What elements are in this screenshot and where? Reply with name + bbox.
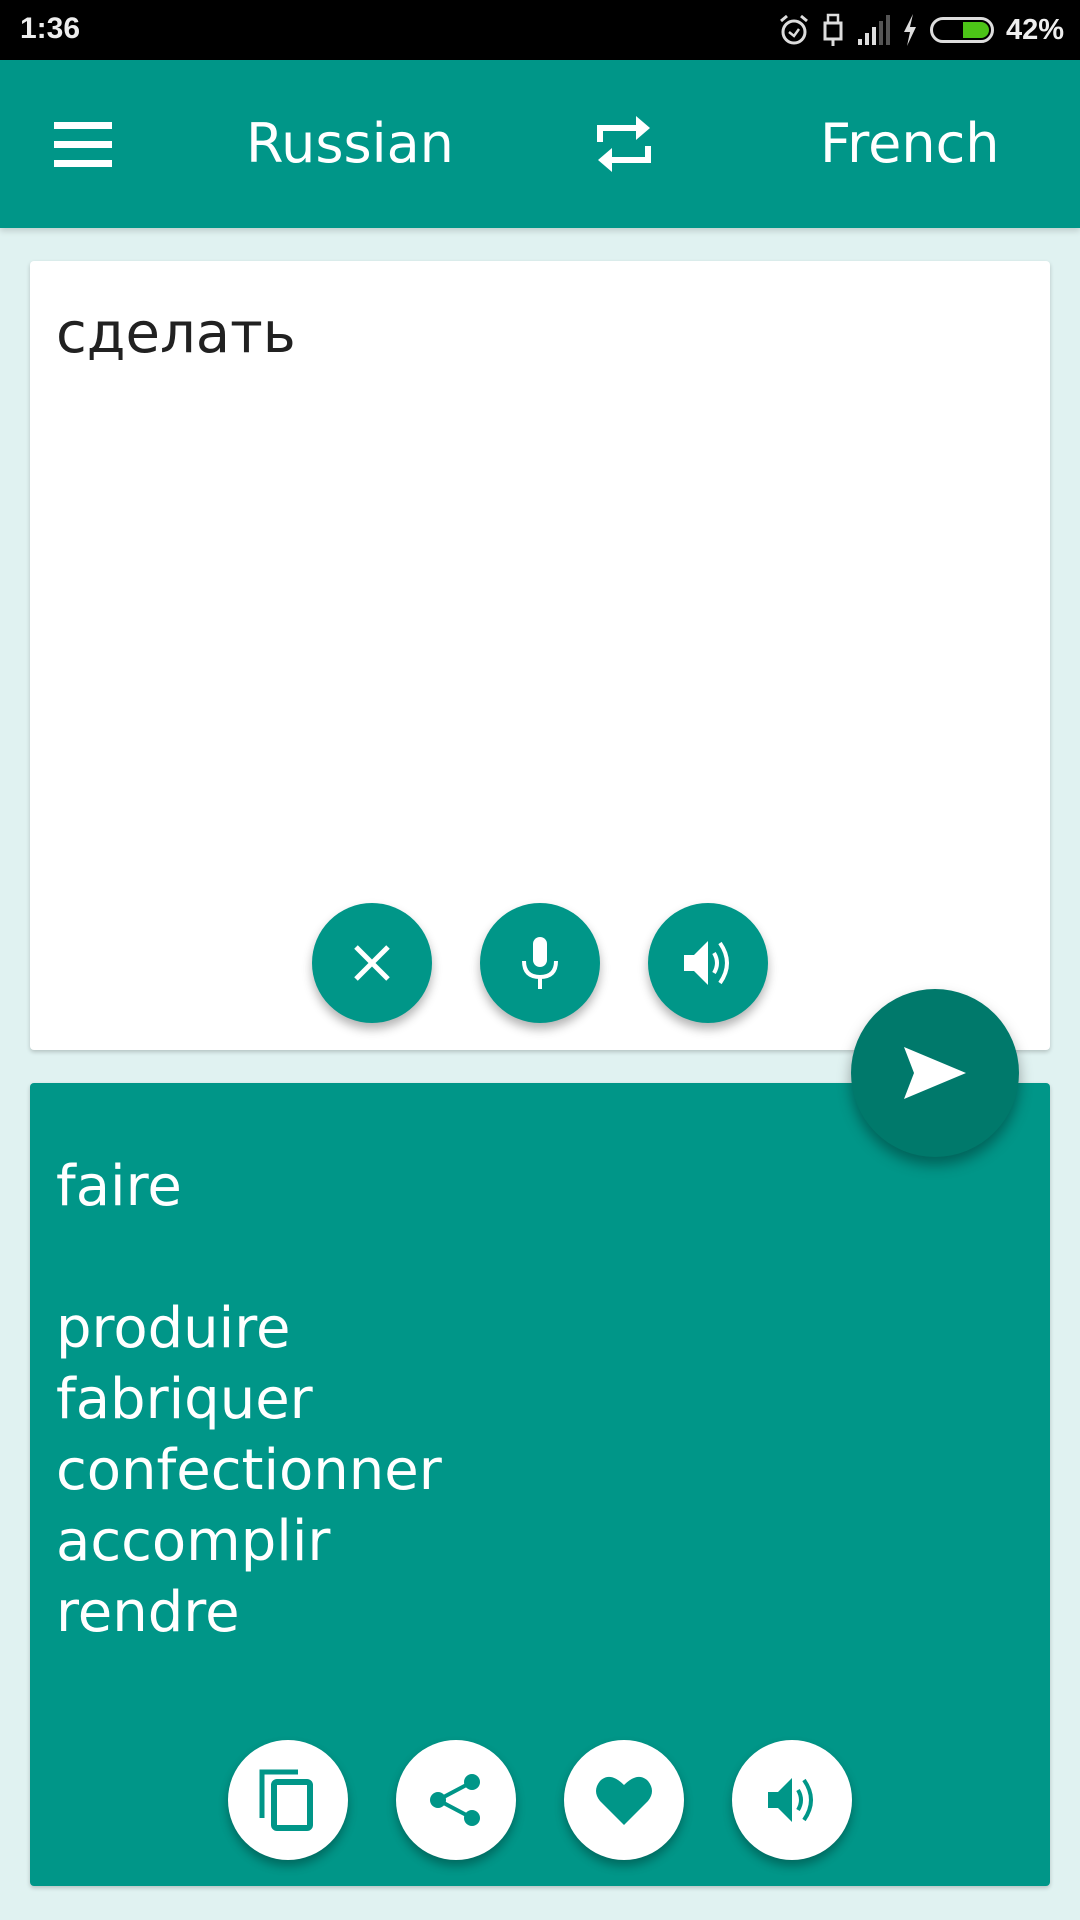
status-time: 1:36 (20, 12, 81, 45)
volume-icon (768, 1778, 813, 1822)
share-icon (430, 1774, 480, 1826)
status-icons: 42% (778, 10, 1064, 50)
battery-percent: 42% (1005, 13, 1064, 46)
close-icon (354, 945, 390, 981)
alternative-translation: accomplir (56, 1509, 331, 1574)
send-icon (904, 1047, 966, 1099)
toolbar: Russian French (0, 60, 1080, 228)
translate-button[interactable] (851, 989, 1019, 1157)
alternative-translation: fabriquer (56, 1367, 313, 1432)
favorite-button[interactable] (564, 1740, 684, 1860)
copy-icon (259, 1769, 313, 1831)
translation-output: faire produire fabriquer confectionner a… (56, 1151, 442, 1648)
hamburger-menu-icon (54, 122, 112, 167)
input-card: сделать (30, 261, 1050, 1050)
signal-icon (857, 15, 890, 45)
clear-button[interactable] (312, 903, 432, 1023)
microphone-icon (522, 937, 558, 989)
swap-languages-icon (597, 116, 651, 172)
menu-button[interactable] (54, 122, 112, 167)
alternative-translation: produire (56, 1296, 291, 1361)
target-language-selector[interactable]: French (820, 112, 1000, 175)
alternative-translation: confectionner (56, 1438, 442, 1503)
alarm-icon (779, 14, 808, 45)
swap-languages-button[interactable] (592, 112, 656, 176)
volume-icon (684, 941, 729, 985)
heart-icon (596, 1776, 652, 1825)
source-language-selector[interactable]: Russian (246, 112, 454, 175)
source-text-input[interactable]: сделать (56, 301, 296, 366)
speak-input-button[interactable] (648, 903, 768, 1023)
copy-button[interactable] (228, 1740, 348, 1860)
speak-output-button[interactable] (732, 1740, 852, 1860)
status-bar: 1:36 42% (0, 0, 1080, 60)
battery-icon (929, 17, 994, 43)
voice-input-button[interactable] (480, 903, 600, 1023)
alternative-translation: rendre (56, 1580, 240, 1645)
primary-translation: faire (56, 1154, 182, 1219)
charging-icon (903, 14, 916, 46)
output-card: faire produire fabriquer confectionner a… (30, 1083, 1050, 1886)
usb-icon (823, 13, 843, 46)
share-button[interactable] (396, 1740, 516, 1860)
